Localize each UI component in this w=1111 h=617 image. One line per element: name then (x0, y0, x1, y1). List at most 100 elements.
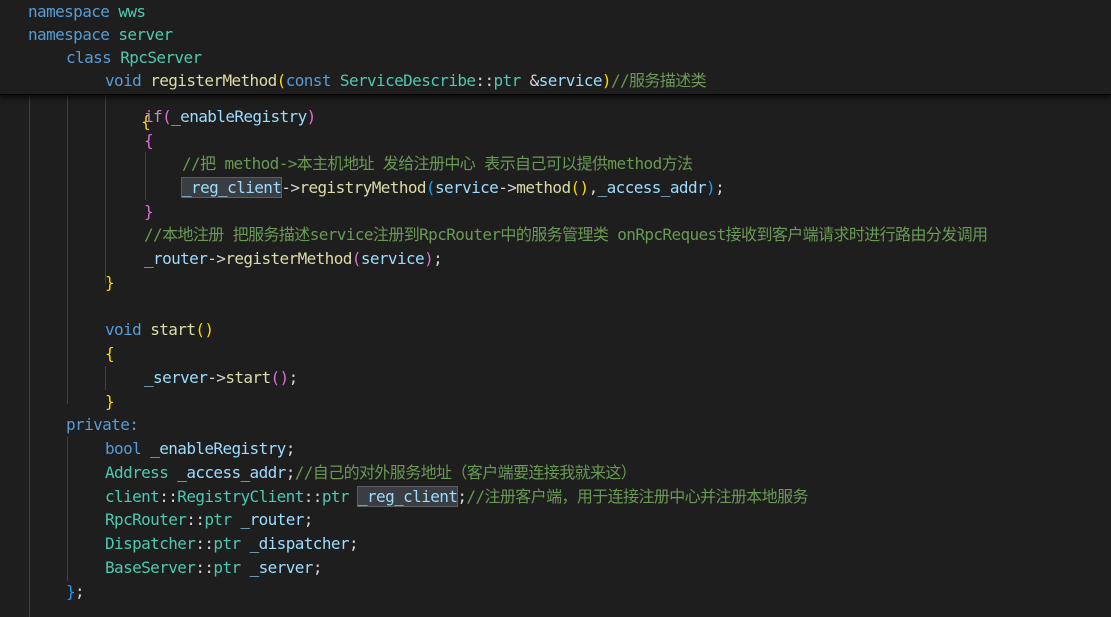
code-token: registerMethod (150, 71, 277, 90)
sticky-line[interactable]: class RpcServer (66, 46, 202, 70)
code-token: () (570, 178, 589, 197)
indent-guide (67, 437, 68, 581)
code-token: method (516, 178, 571, 197)
code-token: Address (105, 463, 169, 482)
code-token: _router (240, 510, 305, 529)
code-token: } (105, 392, 115, 411)
code-line[interactable]: _server->start(); (144, 366, 298, 390)
code-line[interactable]: BaseServer::ptr _server; (105, 556, 322, 580)
code-token: _enableRegistry (171, 107, 307, 126)
code-token: ptr (204, 510, 232, 529)
code-token: { (144, 131, 154, 150)
code-token: void (105, 320, 142, 339)
code-token: bool (105, 439, 142, 458)
indent-guide (145, 152, 146, 200)
code-token: -> (281, 178, 300, 197)
code-line[interactable]: Address _access_addr;//自己的对外服务地址（客户端要连接我… (105, 461, 637, 485)
code-token: ; (303, 510, 314, 529)
code-line[interactable]: private: (66, 413, 139, 437)
indent-guide (29, 94, 30, 617)
code-token: ( (351, 249, 362, 268)
code-token: ; (285, 439, 296, 458)
code-token: _router (144, 249, 208, 268)
code-token: _access_addr (177, 463, 286, 482)
code-token: service (538, 71, 603, 90)
indent-guide (67, 94, 68, 404)
code-line[interactable]: void start() (105, 318, 214, 342)
code-token: if (144, 107, 163, 126)
code-line[interactable]: } (144, 200, 154, 224)
code-token: //服务描述类 (610, 71, 707, 90)
code-token: () (270, 368, 289, 387)
indent-guide (105, 366, 106, 390)
code-line[interactable]: }; (66, 580, 85, 604)
code-line[interactable]: } (105, 271, 115, 295)
code-line[interactable]: { (105, 342, 115, 366)
code-token: () (195, 320, 214, 339)
code-token: -> (207, 368, 226, 387)
code-token: service (434, 178, 499, 197)
code-token: wws (118, 2, 146, 21)
code-token: ) (706, 178, 716, 197)
code-token: ptr (213, 558, 241, 577)
code-token: RegistryClient (177, 487, 304, 506)
code-token: ; (433, 249, 443, 268)
code-token: :: (186, 510, 205, 529)
code-line[interactable]: } (105, 390, 115, 414)
sticky-line[interactable]: void registerMethod(const ServiceDescrib… (105, 69, 707, 93)
code-line[interactable]: _router->registerMethod(service); (144, 247, 443, 271)
code-line[interactable]: client::RegistryClient::ptr _reg_client;… (105, 485, 808, 509)
code-token: :: (303, 487, 323, 506)
code-token: ( (162, 107, 172, 126)
sticky-line[interactable]: namespace wws (28, 0, 146, 24)
code-token: registryMethod (299, 178, 426, 197)
code-token: :: (475, 71, 494, 90)
code-token: _dispatcher (249, 534, 350, 553)
code-token: ; (285, 463, 296, 482)
code-token: :: (195, 534, 214, 553)
code-line[interactable]: bool _enableRegistry; (105, 437, 295, 461)
code-token: server (118, 25, 173, 44)
highlighted-token: _reg_client (356, 486, 459, 507)
code-token: ) (601, 71, 612, 90)
code-editor[interactable]: { namespace wws namespace server class R… (0, 0, 1111, 617)
code-token: _enableRegistry (150, 439, 286, 458)
code-line[interactable]: //把 method->本主机地址 发给注册中心 表示自己可以提供method方… (182, 152, 693, 176)
code-token: , (588, 178, 599, 197)
code-line[interactable]: { (144, 129, 154, 153)
code-token: ptr (321, 487, 350, 506)
code-token: ) (424, 249, 434, 268)
sticky-line[interactable]: namespace server (28, 23, 173, 47)
code-token: service (360, 249, 425, 268)
code-token: start (225, 368, 271, 387)
code-token: ptr (493, 71, 522, 90)
code-token: & (520, 71, 540, 90)
sticky-scroll-header: namespace wws namespace server class Rpc… (0, 0, 1111, 95)
code-token: ( (425, 178, 436, 197)
code-line[interactable]: _reg_client->registryMethod(service->met… (180, 176, 725, 200)
code-token: ; (75, 582, 85, 601)
code-token: { (105, 344, 115, 363)
code-token: :: (159, 487, 178, 506)
code-token: ; (348, 534, 359, 553)
code-token: BaseServer (105, 558, 196, 577)
code-token: //自己的对外服务地址（客户端要连接我就来这） (294, 463, 637, 482)
highlighted-token: _reg_client (180, 177, 283, 198)
code-token: //注册客户端，用于连接注册中心并注册本地服务 (466, 487, 808, 506)
code-line[interactable]: //本地注册 把服务描述service注册到RpcRouter中的服务管理类 o… (144, 223, 988, 247)
code-line[interactable]: RpcRouter::ptr _router; (105, 508, 313, 532)
code-token: namespace (28, 25, 110, 44)
code-line[interactable]: if(_enableRegistry) (144, 105, 316, 129)
code-token: ptr (213, 534, 241, 553)
code-token: private: (66, 415, 139, 434)
code-token: } (66, 582, 76, 601)
code-token: start (150, 320, 196, 339)
code-token: ) (306, 107, 317, 126)
code-line[interactable]: Dispatcher::ptr _dispatcher; (105, 532, 359, 556)
